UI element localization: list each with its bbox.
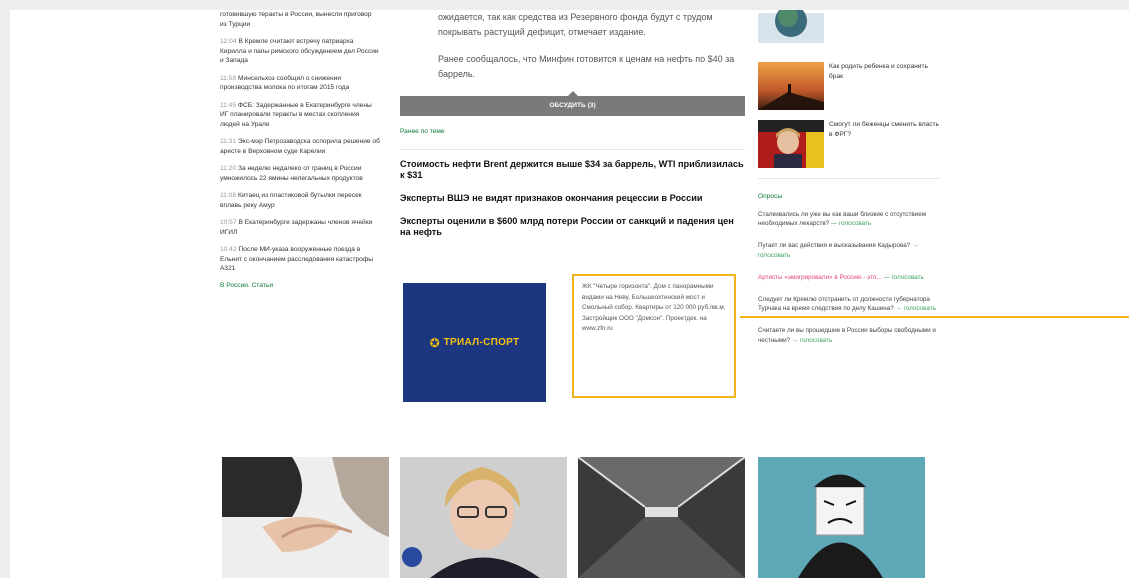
news-time: 11:58	[220, 74, 237, 82]
vote-link[interactable]: → голосовать	[792, 337, 832, 344]
vote-link[interactable]: — голосовать	[831, 220, 871, 227]
page: готовившую теракты в России, вынесли при…	[10, 10, 1129, 578]
news-item[interactable]: 11:08 Китаец из пластиковой бутылки перес…	[220, 191, 380, 210]
news-time: 11:20	[220, 165, 237, 172]
section-link-articles[interactable]: В России. Статьи	[220, 282, 380, 289]
news-item[interactable]: 12:04 В Кремле считают встречу патриарха …	[220, 37, 380, 66]
portrait-thumbnail	[758, 120, 824, 168]
sidebar-right: Как родить ребенка и сохранить брак Смог…	[758, 10, 940, 358]
promo-item[interactable]: Смогут ли беженцы сменить власть в ФРГ?	[758, 120, 940, 168]
news-item[interactable]: 11:20 За неделю недалеко от границ в Росс…	[220, 164, 380, 183]
news-time: 11:08	[220, 192, 237, 199]
vote-link[interactable]: — голосовать	[883, 274, 923, 281]
poll-item[interactable]: Следует ли Кремлю отстранить от должност…	[758, 295, 940, 313]
ad-banner[interactable]: ✪ ТРИАЛ-СПОРТ	[403, 283, 546, 402]
woman-portrait-photo[interactable]	[400, 457, 567, 578]
ad-text-highlight[interactable]: ЖК "Четыре горизонта". Дом с панорамными…	[572, 274, 736, 398]
article-paragraph: ожидается, так как средства из Резервног…	[438, 12, 713, 37]
promo-item[interactable]	[758, 10, 940, 52]
promo-item[interactable]: Как родить ребенка и сохранить брак	[758, 62, 940, 110]
angry-face-photo[interactable]	[758, 457, 925, 578]
news-time: 10:57	[220, 219, 237, 226]
highlight-callout-line	[740, 316, 1129, 318]
news-item[interactable]: 11:45 ФСБ: Задержанные в Екатеринбурге чл…	[220, 101, 380, 130]
logo-mark-icon: ✪	[429, 335, 440, 350]
hands-photo[interactable]	[222, 457, 389, 578]
tunnel-photo[interactable]	[578, 457, 745, 578]
vote-link[interactable]: → голосовать	[896, 305, 936, 312]
article-paragraph: Ранее сообщалось, что Минфин готовится к…	[438, 54, 735, 79]
news-item[interactable]: 10:57 В Екатеринбурге задержаны членов яч…	[220, 218, 380, 237]
discuss-button[interactable]: ОБСУДИТЬ (3)	[400, 91, 745, 116]
article-column: ожидается, так как средства из Резервног…	[400, 10, 745, 402]
divider	[758, 178, 940, 179]
related-headline[interactable]: Эксперты ВШЭ не видят признаков окончани…	[400, 193, 745, 204]
poll-item[interactable]: Сталкивались ли уже вы как ваши близкие …	[758, 210, 940, 228]
news-time: 11:45	[220, 101, 237, 109]
poll-item[interactable]: Пугает ли вас действия и высказывания Ка…	[758, 241, 940, 259]
related-headline[interactable]: Эксперты оценили в $600 млрд потери Росс…	[400, 216, 745, 238]
news-item[interactable]: 10:42 После МИ-указа вооруженные поезда в…	[220, 245, 380, 274]
polls-title[interactable]: Опросы	[758, 193, 940, 200]
divider	[400, 149, 745, 150]
globe-thumbnail	[758, 10, 824, 43]
sunset-thumbnail	[758, 62, 824, 110]
news-feed: готовившую теракты в России, вынесли при…	[220, 10, 380, 289]
poll-item[interactable]: Считаете ли вы прошедшие в России выборы…	[758, 326, 940, 344]
related-headline[interactable]: Стоимость нефти Brent держится выше $34 …	[400, 159, 745, 181]
ad-logo-text: ТРИАЛ-СПОРТ	[443, 337, 520, 348]
news-item[interactable]: готовившую теракты в России, вынесли при…	[220, 10, 380, 29]
news-time: 12:04	[220, 38, 237, 45]
poll-item[interactable]: Артисты «эмигрировали» в Россию - это...…	[758, 273, 940, 282]
news-item[interactable]: 11:58 Минсельхоз сообщил о снижении произ…	[220, 74, 380, 93]
news-time: 11:31	[220, 138, 237, 145]
news-item[interactable]: 11:31 Экс-мэр Петрозаводска оспорила реше…	[220, 137, 380, 156]
news-time: 10:42	[220, 246, 237, 253]
related-label[interactable]: Ранее по теме	[400, 128, 745, 135]
